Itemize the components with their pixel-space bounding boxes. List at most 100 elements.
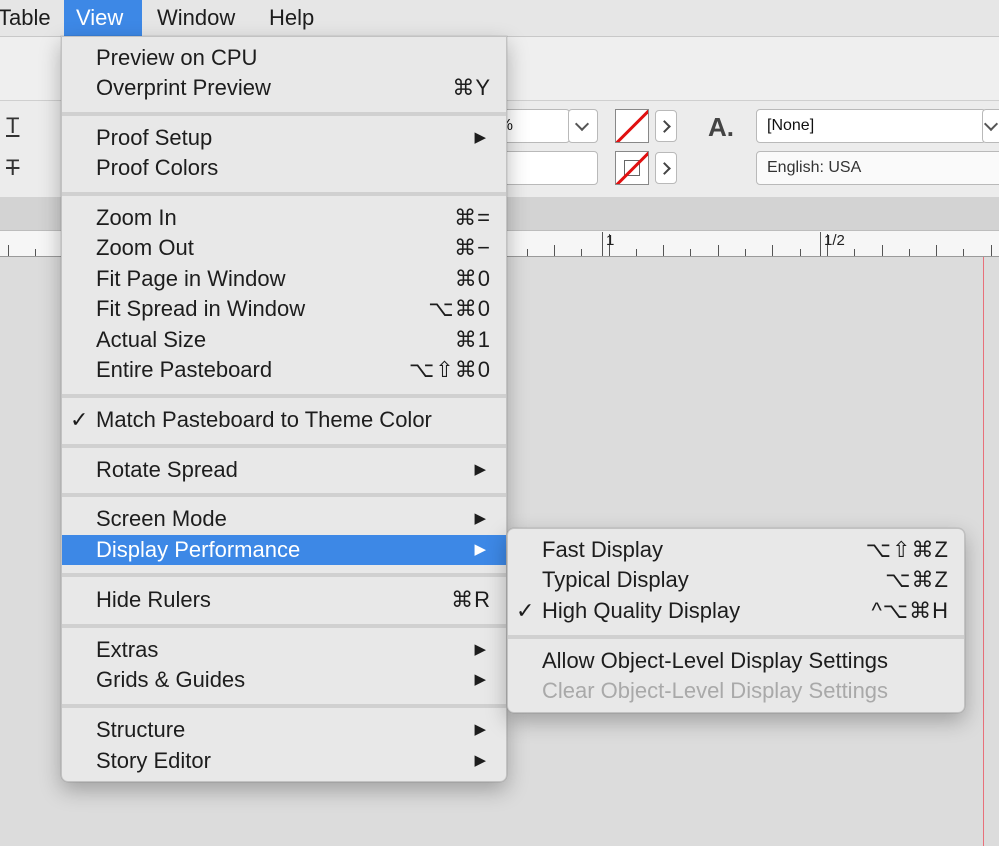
submenu-arrow-icon: ▶ — [474, 752, 486, 769]
menu-item-shortcut: ⌘1 — [454, 327, 491, 352]
menu-item-label: Fast Display — [542, 537, 664, 562]
menu-table[interactable]: Table — [0, 0, 63, 36]
view-menu-item-rotate-spread[interactable]: Rotate Spread ▶ — [62, 455, 506, 485]
menu-item-label: Proof Colors — [96, 155, 219, 180]
view-menu-item-fit-spread-in-window[interactable]: Fit Spread in Window ⌥⌘0 — [62, 294, 506, 324]
view-menu-item-entire-pasteboard[interactable]: Entire Pasteboard ⌥⇧⌘0 — [62, 355, 506, 385]
menu-view[interactable]: View — [64, 0, 142, 36]
menu-item-shortcut: ⌘= — [454, 205, 491, 230]
view-menu-item-proof-colors[interactable]: Proof Colors — [62, 153, 506, 183]
display-performance-submenu: Fast Display ⌥⇧⌘Z Typical Display ⌥⌘Z ✓ High … — [507, 528, 965, 713]
percent-dropdown[interactable] — [568, 109, 598, 143]
menu-item-label: Story Editor — [96, 748, 211, 773]
menu-item-shortcut: ⌘R — [451, 587, 491, 612]
ruler-major-tick — [820, 232, 821, 256]
menu-item-label: Proof Setup — [96, 125, 213, 150]
character-style-field[interactable]: [None] — [756, 109, 986, 143]
language-select[interactable]: English: USA — [756, 151, 999, 185]
ruler-tick — [663, 245, 664, 256]
menu-item-label: Match Pasteboard to Theme Color — [96, 407, 432, 432]
view-menu-item-structure[interactable]: Structure ▶ — [62, 715, 506, 745]
menu-item-label: Entire Pasteboard — [96, 357, 273, 382]
stroke-swatch-menu-button[interactable] — [655, 152, 677, 184]
margin-guide — [983, 257, 984, 846]
menu-separator — [62, 493, 506, 497]
submenu-arrow-icon: ▶ — [474, 129, 486, 146]
menu-separator — [62, 624, 506, 628]
ruler-tick — [909, 249, 910, 256]
view-menu-item-extras[interactable]: Extras ▶ — [62, 635, 506, 665]
chevron-right-icon — [658, 120, 671, 133]
view-menu-item-actual-size[interactable]: Actual Size ⌘1 — [62, 325, 506, 355]
menu-item-label: Grids & Guides — [96, 667, 246, 692]
view-menu-item-zoom-in[interactable]: Zoom In ⌘= — [62, 203, 506, 233]
menu-separator — [62, 704, 506, 708]
ruler-tick — [636, 249, 637, 256]
view-menu-item-display-performance[interactable]: Display Performance ▶ — [62, 535, 506, 565]
chevron-right-icon — [658, 162, 671, 175]
menu-item-shortcut: ^⌥⌘H — [871, 598, 949, 623]
ruler-tick — [991, 245, 992, 256]
view-menu-item-screen-mode[interactable]: Screen Mode ▶ — [62, 504, 506, 534]
menu-item-label: Preview on CPU — [96, 45, 258, 70]
submenu-arrow-icon: ▶ — [474, 641, 486, 658]
view-menu-item-match-pasteboard-to-theme-color[interactable]: ✓ Match Pasteboard to Theme Color — [62, 405, 506, 435]
submenu-item-fast-display[interactable]: Fast Display ⌥⇧⌘Z — [508, 535, 964, 565]
stroke-swatch[interactable] — [615, 151, 649, 185]
view-menu-item-preview-on-cpu[interactable]: Preview on CPU — [62, 43, 506, 73]
menu-item-shortcut: ⌘0 — [454, 266, 491, 291]
menu-item-label: Zoom In — [96, 205, 177, 230]
menu-separator — [62, 394, 506, 398]
menu-separator — [508, 635, 964, 639]
view-menu-item-story-editor[interactable]: Story Editor ▶ — [62, 746, 506, 776]
menu-item-shortcut: ⌥⇧⌘0 — [408, 357, 491, 382]
menu-help[interactable]: Help — [257, 0, 326, 36]
view-menu-item-hide-rulers[interactable]: Hide Rulers ⌘R — [62, 585, 506, 615]
menu-separator — [62, 573, 506, 577]
ruler-label: 1 — [606, 232, 615, 249]
character-style-icon: A. — [708, 112, 734, 142]
ruler-tick — [35, 249, 36, 256]
menu-bar: Table View Window Help — [0, 0, 999, 37]
no-color-slash-icon — [616, 110, 648, 142]
no-color-slash-icon — [616, 152, 648, 184]
view-menu-item-fit-page-in-window[interactable]: Fit Page in Window ⌘0 — [62, 264, 506, 294]
menu-item-label: Allow Object-Level Display Settings — [542, 648, 889, 673]
ruler-tick — [882, 245, 883, 256]
underline-icon[interactable]: T — [6, 113, 19, 139]
menu-separator — [62, 192, 506, 196]
menu-item-label: Hide Rulers — [96, 587, 211, 612]
view-menu-item-overprint-preview[interactable]: Overprint Preview ⌘Y — [62, 73, 506, 103]
submenu-arrow-icon: ▶ — [474, 721, 486, 738]
menu-separator — [62, 112, 506, 116]
submenu-item-high-quality-display[interactable]: ✓ High Quality Display ^⌥⌘H — [508, 596, 964, 626]
menu-item-label: Extras — [96, 637, 159, 662]
menu-item-label: Overprint Preview — [96, 75, 271, 100]
menu-window[interactable]: Window — [145, 0, 247, 36]
menu-item-label: Fit Page in Window — [96, 266, 286, 291]
menu-item-label: Actual Size — [96, 327, 207, 352]
ruler-tick — [936, 245, 937, 256]
menu-item-label: Typical Display — [542, 567, 689, 592]
menu-item-label: Zoom Out — [96, 235, 194, 260]
menu-item-shortcut: ⌘− — [454, 235, 491, 260]
ruler-tick — [718, 245, 719, 256]
fill-swatch[interactable] — [615, 109, 649, 143]
submenu-item-typical-display[interactable]: Typical Display ⌥⌘Z — [508, 565, 964, 595]
menu-item-label: Rotate Spread — [96, 457, 238, 482]
ruler-tick — [800, 249, 801, 256]
menu-item-shortcut: ⌥⌘Z — [885, 567, 949, 592]
submenu-item-allow-object-level-display-settings[interactable]: Allow Object-Level Display Settings — [508, 646, 964, 676]
menu-item-label: Fit Spread in Window — [96, 296, 306, 321]
menu-item-label: Clear Object-Level Display Settings — [542, 678, 889, 703]
view-menu-item-proof-setup[interactable]: Proof Setup ▶ — [62, 123, 506, 153]
view-menu-item-grids-and-guides[interactable]: Grids & Guides ▶ — [62, 665, 506, 695]
ruler-tick — [690, 249, 691, 256]
view-menu-item-zoom-out[interactable]: Zoom Out ⌘− — [62, 233, 506, 263]
character-style-dropdown[interactable] — [982, 109, 999, 143]
strikethrough-icon[interactable]: T — [6, 155, 19, 181]
fill-swatch-menu-button[interactable] — [655, 110, 677, 142]
menu-item-label: Structure — [96, 717, 186, 742]
menu-item-shortcut: ⌥⇧⌘Z — [865, 537, 949, 562]
menu-item-label: Display Performance — [96, 537, 301, 562]
